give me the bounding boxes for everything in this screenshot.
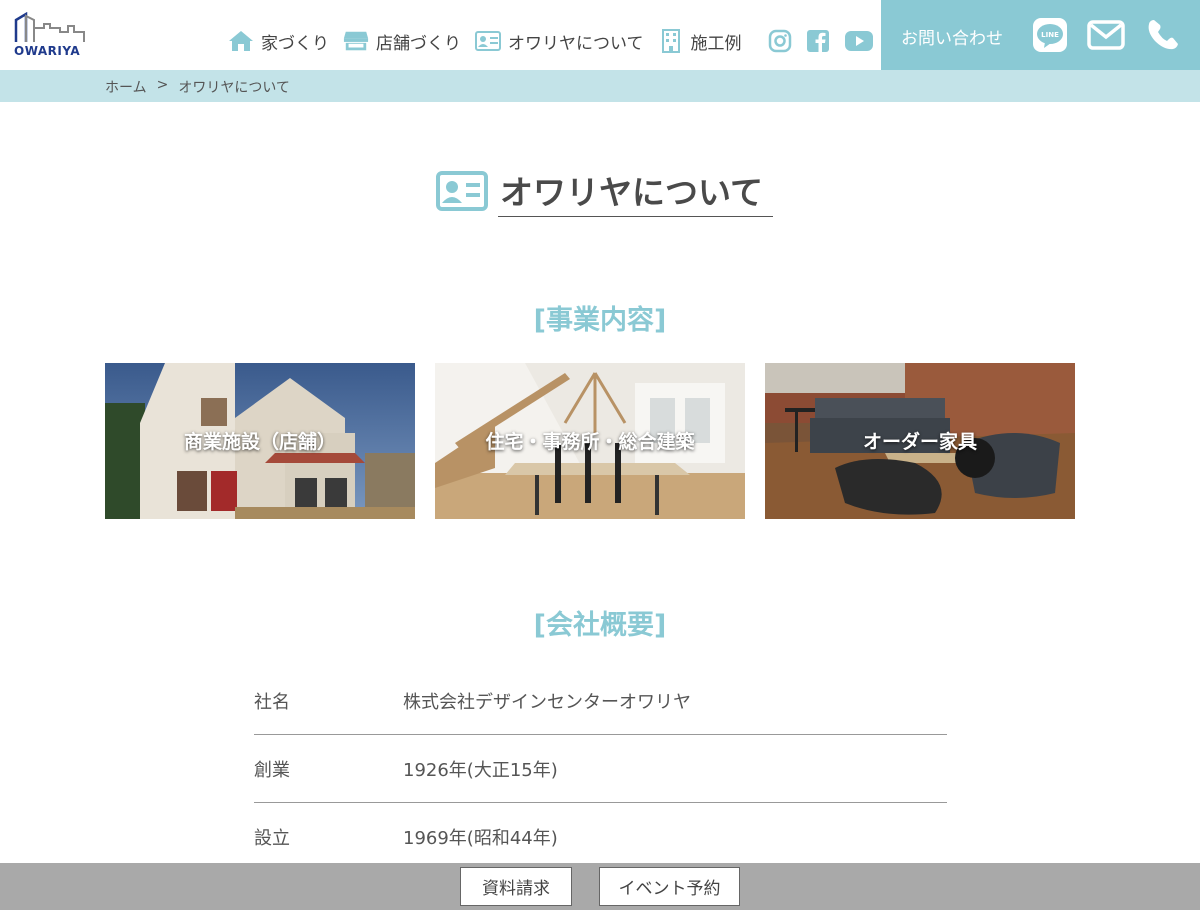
row-key: 創業: [254, 759, 290, 781]
nav-item-shop[interactable]: 店舗づくり: [343, 29, 461, 54]
card-label: 商業施設（店舗）: [183, 431, 336, 453]
logo-buildings-mark: [14, 12, 85, 42]
nav-item-about[interactable]: オワリヤについて: [475, 29, 644, 54]
table-row: 社名 株式会社デザインセンターオワリヤ: [254, 668, 947, 735]
owariya-logo[interactable]: OWARIYA: [14, 12, 86, 60]
phone-icon[interactable]: [1144, 16, 1182, 54]
company-section-title: [会社概要]: [533, 610, 667, 641]
nav-item-works[interactable]: 施工例: [658, 29, 742, 54]
business-section-title: [事業内容]: [533, 305, 667, 336]
nav-label: 施工例: [690, 33, 742, 54]
page-title: オワリヤについて: [498, 166, 774, 217]
request-materials-button[interactable]: 資料請求: [460, 867, 572, 906]
youtube-icon[interactable]: [842, 27, 876, 55]
page-title-block: オワリヤについて: [436, 166, 774, 217]
breadcrumb-current: オワリヤについて: [178, 80, 290, 96]
nav-label: オワリヤについて: [508, 33, 644, 54]
home-icon: [228, 30, 254, 52]
facebook-icon[interactable]: [804, 27, 832, 55]
breadcrumb-separator: >: [156, 77, 169, 93]
nav-label: 店舗づくり: [376, 33, 461, 54]
business-card-residential[interactable]: 住宅・事務所・総合建築: [435, 363, 745, 519]
instagram-icon[interactable]: [766, 27, 794, 55]
table-row: 設立 1969年(昭和44年): [254, 803, 947, 871]
event-reservation-button[interactable]: イベント予約: [599, 867, 740, 906]
id-card-icon: [475, 30, 501, 52]
row-key: 設立: [254, 828, 290, 849]
svg-text:LINE: LINE: [1041, 31, 1059, 39]
company-info-table: 社名 株式会社デザインセンターオワリヤ 創業 1926年(大正15年) 設立 1…: [254, 668, 947, 871]
business-card-furniture[interactable]: オーダー家具: [765, 363, 1075, 519]
main-nav: 家づくり 店舗づくり オワリヤについて 施工例: [228, 26, 876, 56]
card-label: 住宅・事務所・総合建築: [485, 431, 695, 453]
row-value: 1969年(昭和44年): [403, 828, 558, 849]
row-key: 社名: [254, 692, 290, 713]
site-header: OWARIYA 家づくり 店舗づくり オワリヤについて 施工例 お問い合わせ L…: [0, 0, 1200, 70]
business-card-commercial[interactable]: 商業施設（店舗）: [105, 363, 415, 519]
contact-area: お問い合わせ LINE: [881, 0, 1200, 70]
nav-item-house[interactable]: 家づくり: [228, 29, 329, 54]
card-label: オーダー家具: [862, 431, 977, 453]
line-icon[interactable]: LINE: [1031, 16, 1069, 54]
building-icon: [658, 29, 684, 53]
breadcrumb: ホーム > オワリヤについて: [0, 70, 1200, 102]
breadcrumb-home[interactable]: ホーム: [105, 77, 147, 97]
fixed-footer-bar: 資料請求 イベント予約: [0, 863, 1200, 910]
mail-icon[interactable]: [1087, 16, 1125, 54]
logo-text: OWARIYA: [14, 44, 81, 58]
contact-link[interactable]: お問い合わせ: [901, 24, 1003, 49]
table-row: 創業 1926年(大正15年): [254, 735, 947, 803]
shop-icon: [343, 30, 369, 52]
nav-label: 家づくり: [261, 33, 329, 54]
row-value: 1926年(大正15年): [403, 759, 558, 781]
id-card-icon: [436, 171, 488, 211]
row-value: 株式会社デザインセンターオワリヤ: [403, 692, 691, 713]
